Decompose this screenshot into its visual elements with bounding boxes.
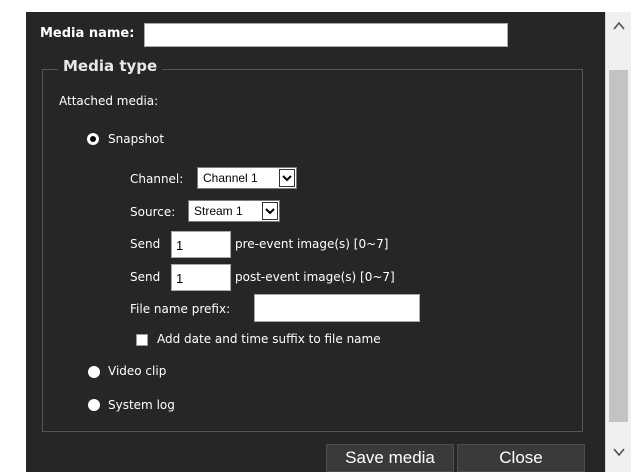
file-prefix-input[interactable]	[254, 294, 420, 322]
scrollbar-thumb[interactable]	[609, 70, 628, 422]
video-clip-radio[interactable]	[88, 366, 100, 378]
source-select[interactable]: Stream 1	[188, 200, 280, 222]
source-label: Source:	[130, 205, 176, 219]
dialog-content: Media name: Media type Attached media: S…	[26, 12, 605, 472]
channel-label: Channel:	[130, 172, 184, 186]
system-log-label: System log	[108, 398, 175, 412]
attached-media-label: Attached media:	[59, 94, 159, 108]
send-post-label: Send	[130, 270, 161, 284]
chevron-down-icon[interactable]	[612, 444, 626, 458]
channel-select-value: Channel 1	[203, 171, 258, 185]
source-select-value: Stream 1	[194, 204, 243, 218]
chevron-down-icon	[262, 202, 278, 220]
date-suffix-label: Add date and time suffix to file name	[157, 332, 381, 346]
chevron-down-icon	[279, 169, 295, 187]
pre-event-text: pre-event image(s) [0~7]	[235, 237, 389, 251]
media-name-input[interactable]	[144, 23, 508, 47]
scrollbar[interactable]	[605, 12, 631, 472]
send-pre-label: Send	[130, 237, 161, 251]
media-dialog: Media name: Media type Attached media: S…	[26, 12, 631, 472]
post-event-text: post-event image(s) [0~7]	[235, 270, 395, 284]
snapshot-radio[interactable]	[87, 133, 99, 145]
video-clip-label: Video clip	[108, 364, 167, 378]
date-suffix-checkbox[interactable]	[136, 334, 148, 346]
close-button[interactable]: Close	[457, 444, 585, 472]
pre-event-input[interactable]: 1	[171, 231, 231, 258]
save-media-button[interactable]: Save media	[326, 444, 454, 472]
media-name-label: Media name:	[40, 26, 135, 41]
snapshot-label: Snapshot	[108, 132, 165, 146]
system-log-radio[interactable]	[88, 399, 100, 411]
file-prefix-label: File name prefix:	[130, 302, 231, 316]
channel-select[interactable]: Channel 1	[197, 167, 297, 189]
chevron-up-icon[interactable]	[612, 18, 626, 32]
post-event-input[interactable]: 1	[171, 264, 231, 291]
media-type-legend: Media type	[58, 57, 163, 75]
